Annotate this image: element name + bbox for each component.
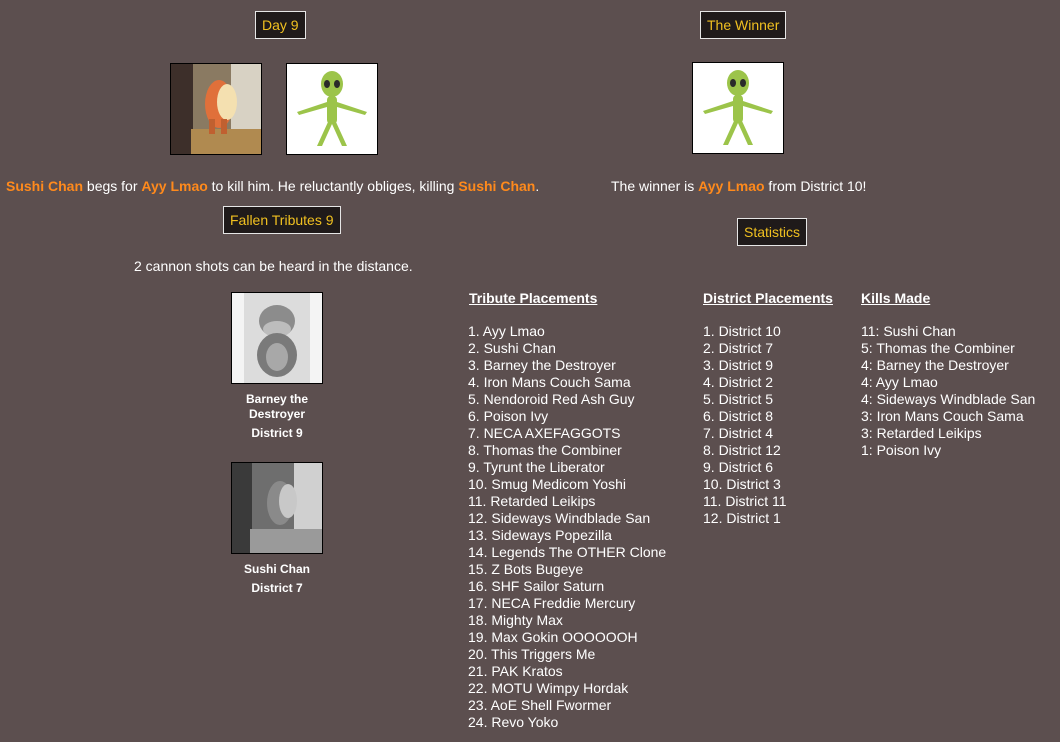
kills-item: 4: Barney the Destroyer [861, 357, 1009, 373]
fallen-tribute-district: District 9 [251, 426, 303, 440]
tribute-placement-item: 1. Ayy Lmao [468, 323, 545, 339]
kills-made-list: 11: Sushi Chan 5: Thomas the Combiner 4: B… [861, 323, 1035, 459]
cannon-text: 2 cannon shots can be heard in the dista… [134, 258, 413, 274]
tribute-placement-item: 15. Z Bots Bugeye [468, 561, 584, 577]
barney-portrait [231, 292, 323, 384]
tribute-placement-item: 16. SHF Sailor Saturn [468, 578, 605, 594]
district-placement-item: 12. District 1 [703, 510, 781, 526]
event-victim-name: Sushi Chan [6, 178, 84, 194]
tribute-placement-item: 18. Mighty Max [468, 612, 563, 628]
tribute-placement-item: 22. MOTU Wimpy Hordak [468, 680, 629, 696]
kills-item: 11: Sushi Chan [861, 323, 956, 339]
district-placement-item: 11. District 11 [703, 493, 787, 509]
sushi-chan-portrait [170, 63, 262, 155]
kills-item: 5: Thomas the Combiner [861, 340, 1015, 356]
kills-item: 3: Iron Mans Couch Sama [861, 408, 1024, 424]
tribute-placement-item: 23. AoE Shell Fwormer [468, 697, 612, 713]
tribute-placement-item: 7. NECA AXEFAGGOTS [468, 425, 621, 441]
kills-item: 3: Retarded Leikips [861, 425, 982, 441]
kills-item: 1: Poison Ivy [861, 442, 942, 458]
winner-text-part: from District 10! [764, 178, 867, 194]
day-header: Day 9 [255, 11, 306, 39]
event-killer-name: Ayy Lmao [141, 178, 208, 194]
day-event-text: Sushi Chan begs for Ayy Lmao to kill him… [6, 178, 539, 194]
event-victim-name-2: Sushi Chan [458, 178, 536, 194]
tribute-placement-item: 14. Legends The OTHER Clone [468, 544, 667, 560]
winner-text-part: The winner is [611, 178, 699, 194]
tribute-placement-item: 8. Thomas the Combiner [468, 442, 622, 458]
district-placements-list: 1. District 10 2. District 7 3. District 9… [703, 323, 787, 527]
event-text-part: begs for [83, 178, 142, 194]
tribute-placement-item: 21. PAK Kratos [468, 663, 563, 679]
kills-item: 4: Ayy Lmao [861, 374, 938, 390]
district-placement-item: 4. District 2 [703, 374, 774, 390]
district-placement-item: 8. District 12 [703, 442, 781, 458]
sushi-chan-fallen-portrait [231, 462, 323, 554]
event-text-part: to kill him. He reluctantly obliges, kil… [207, 178, 459, 194]
district-placement-item: 1. District 10 [703, 323, 781, 339]
tribute-placement-item: 4. Iron Mans Couch Sama [468, 374, 631, 390]
tribute-placement-item: 2. Sushi Chan [468, 340, 556, 356]
fallen-tribute-name: Sushi Chan [243, 562, 310, 576]
district-placement-item: 6. District 8 [703, 408, 774, 424]
district-placement-item: 9. District 6 [703, 459, 774, 475]
winner-name: Ayy Lmao [698, 178, 765, 194]
tribute-placements-title: Tribute Placements [469, 290, 598, 306]
tribute-placement-item: 9. Tyrunt the Liberator [468, 459, 605, 475]
tribute-placement-item: 5. Nendoroid Red Ash Guy [468, 391, 635, 407]
tribute-placement-item: 24. Revo Yoko [468, 714, 559, 730]
fallen-header: Fallen Tributes 9 [223, 206, 341, 234]
district-placement-item: 3. District 9 [703, 357, 774, 373]
tribute-placement-item: 11. Retarded Leikips [468, 493, 596, 509]
district-placement-item: 7. District 4 [703, 425, 774, 441]
tribute-placement-item: 6. Poison Ivy [468, 408, 549, 424]
kills-made-title: Kills Made [861, 290, 931, 306]
tribute-placements-list: 1. Ayy Lmao 2. Sushi Chan 3. Barney the De… [468, 323, 666, 731]
tribute-placement-item: 10. Smug Medicom Yoshi [468, 476, 626, 492]
winner-portrait [692, 62, 784, 154]
tribute-placement-item: 19. Max Gokin OOOOOOH [468, 629, 638, 645]
fallen-tribute-name: Barney the Destroyer [245, 392, 309, 421]
tribute-placement-item: 12. Sideways Windblade San [468, 510, 651, 526]
tribute-placement-item: 13. Sideways Popezilla [468, 527, 612, 543]
district-placement-item: 10. District 3 [703, 476, 781, 492]
tribute-placement-item: 3. Barney the Destroyer [468, 357, 616, 373]
tribute-placement-item: 20. This Triggers Me [468, 646, 596, 662]
event-text-part: . [535, 178, 540, 194]
ayy-lmao-portrait [286, 63, 378, 155]
kills-item: 4: Sideways Windblade San [861, 391, 1036, 407]
district-placement-item: 5. District 5 [703, 391, 774, 407]
winner-text: The winner is Ayy Lmao from District 10! [611, 178, 866, 194]
statistics-header: Statistics [737, 218, 808, 246]
district-placement-item: 2. District 7 [703, 340, 774, 356]
fallen-tribute-district: District 7 [251, 581, 303, 595]
winner-header: The Winner [700, 11, 787, 39]
district-placements-title: District Placements [703, 290, 833, 306]
tribute-placement-item: 17. NECA Freddie Mercury [468, 595, 636, 611]
